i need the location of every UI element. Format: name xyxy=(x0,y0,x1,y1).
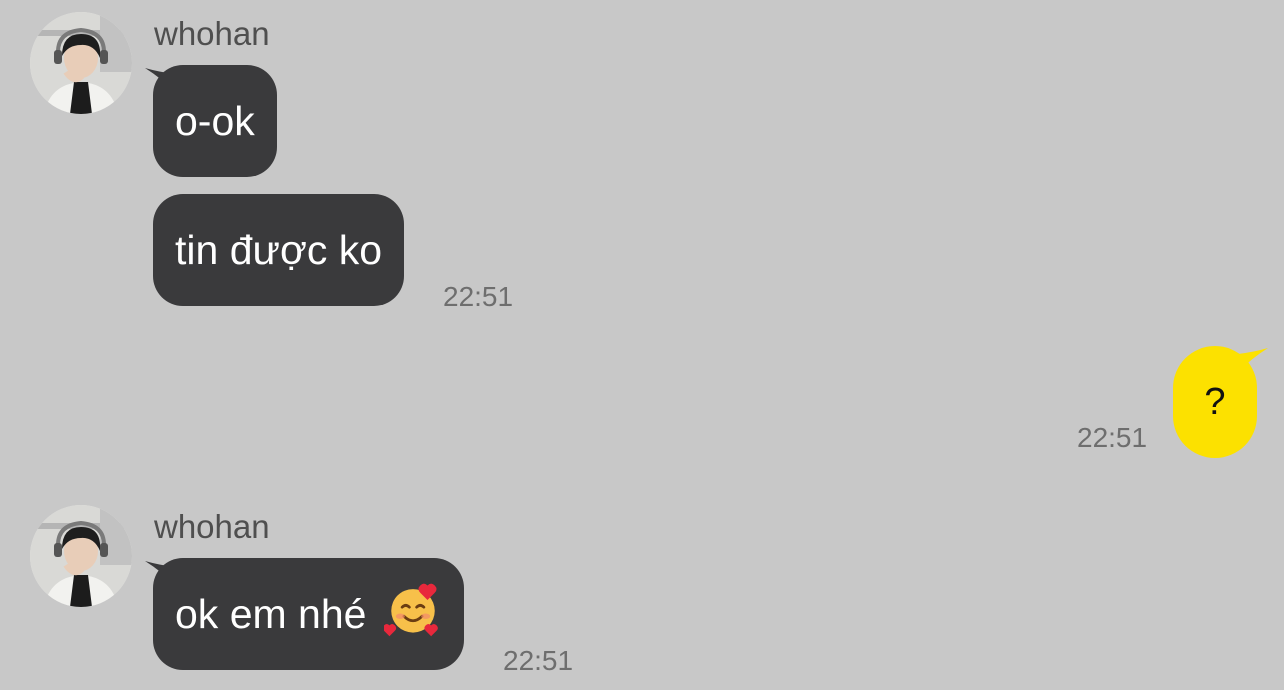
smiling-face-with-hearts-icon xyxy=(383,583,438,637)
sender-name: whohan xyxy=(154,15,270,52)
sender-name: whohan xyxy=(154,508,270,545)
avatar-photo xyxy=(30,505,132,607)
avatar-photo xyxy=(30,12,132,114)
message-bubble[interactable]: ok em nhé xyxy=(153,558,464,670)
bubble-tail xyxy=(1238,348,1268,372)
chat-thread: whohan o-ok tin được ko 22:51 ? 22:51 wh… xyxy=(0,0,1284,690)
message-bubble[interactable]: tin được ko xyxy=(153,194,405,306)
message-timestamp: 22:51 xyxy=(443,281,514,312)
message-timestamp: 22:51 xyxy=(503,645,574,676)
avatar[interactable] xyxy=(30,12,132,114)
message-timestamp: 22:51 xyxy=(1077,422,1148,453)
message-bubble[interactable]: o-ok xyxy=(153,65,277,177)
message-text: ok em nhé xyxy=(175,591,367,637)
avatar[interactable] xyxy=(30,505,132,607)
